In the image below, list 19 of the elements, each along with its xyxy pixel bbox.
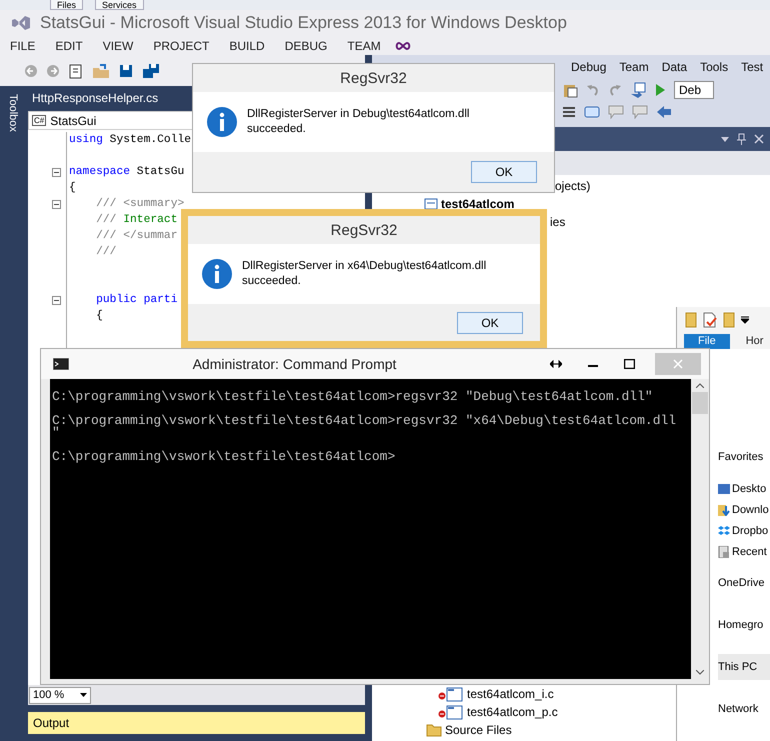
code-line: /// <box>95 244 118 260</box>
code-line: /// Interact <box>95 212 178 228</box>
console-line: C:\programming\vswork\testfile\test64atlcom>regsvr32 "Debug\test64atlcom.dll" <box>52 391 654 403</box>
window-title: Administrator: Command Prompt <box>192 356 398 372</box>
code-line: { <box>95 308 104 324</box>
code-line: public parti <box>95 292 178 308</box>
dialog-message: DllRegisterServer in x64\Debug\test64atlcom.dll succeeded. <box>242 259 488 289</box>
dialog-message: DllRegisterServer in Debug\test64atlcom.dll succeeded. <box>247 107 470 137</box>
language-badge: C# <box>32 115 46 126</box>
console-line: C:\programming\vswork\testfile\test64atlcom> <box>52 451 396 463</box>
console-line: C:\programming\vswork\testfile\test64atlcom>regsvr32 "x64\Debug\test64atlcom.dll" <box>52 415 678 439</box>
code-line: /// </summar <box>95 228 178 244</box>
code-line: { <box>69 180 77 196</box>
dialog-title: RegSvr32 <box>339 68 408 88</box>
dialog-title: RegSvr32 <box>330 220 398 240</box>
code-line: using System.Colle <box>69 132 192 148</box>
window-title: StatsGui - Microsoft Visual Studio Express 2013 for Windows Desktop <box>40 13 567 33</box>
code-line: /// <summary> <box>95 196 186 212</box>
code-line: namespace StatsGu <box>69 165 186 180</box>
